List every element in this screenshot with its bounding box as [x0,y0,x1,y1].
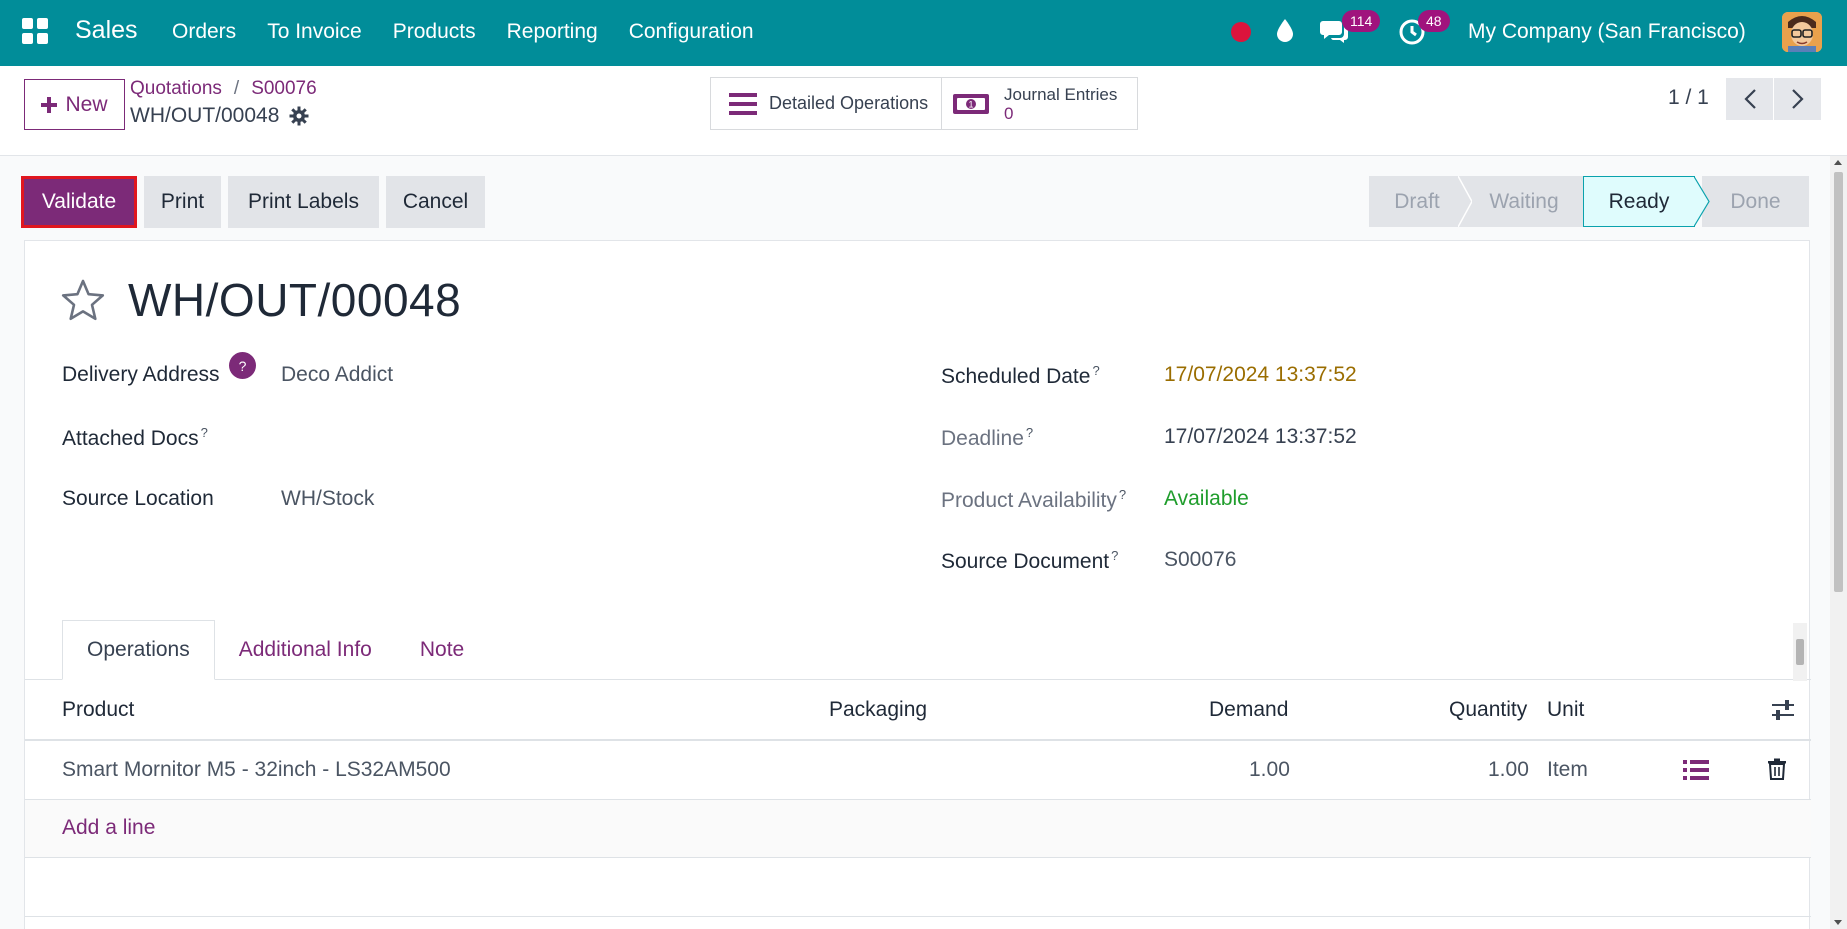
detailed-operations-label: Detailed Operations [769,93,929,113]
star-icon[interactable] [61,279,105,326]
column-packaging[interactable]: Packaging [829,698,927,722]
top-navbar: Sales Orders To Invoice Products Reporti… [0,0,1847,66]
add-line-row: Add a line [25,800,1811,858]
tab-operations[interactable]: Operations [62,620,215,680]
status-separator [1458,176,1472,227]
status-separator [1694,176,1710,227]
breadcrumb-order[interactable]: S00076 [251,78,317,99]
row-product[interactable]: Smart Mornitor M5 - 32inch - LS32AM500 [62,758,451,782]
status-draft[interactable]: Draft [1369,176,1465,227]
column-demand[interactable]: Demand [1209,698,1288,722]
chevron-right-icon [1791,89,1804,109]
tab-note[interactable]: Note [396,620,488,680]
column-quantity[interactable]: Quantity [1449,698,1527,722]
current-record: WH/OUT/00048 [130,104,309,128]
pager-value[interactable]: 1 / 1 [1668,86,1709,110]
print-button[interactable]: Print [144,176,221,228]
product-availability-label: Product Availability? [941,487,1127,512]
main-menu: Orders To Invoice Products Reporting Con… [172,20,754,44]
source-location-label: Source Location [62,487,214,510]
user-avatar[interactable] [1782,12,1822,52]
record-dot-icon[interactable] [1231,22,1251,42]
deadline-label: Deadline? [941,425,1034,450]
add-line-link[interactable]: Add a line [62,816,155,840]
chat-count-badge: 114 [1342,10,1381,32]
scheduled-date-value[interactable]: 17/07/2024 13:37:52 [1164,363,1357,387]
status-waiting[interactable]: Waiting [1465,176,1583,227]
journal-entries-count: 0 [1004,103,1014,123]
breadcrumb: Quotations / S00076 [130,78,317,99]
activity-count-badge: 48 [1418,10,1450,32]
breadcrumb-quotations[interactable]: Quotations [130,78,222,99]
optional-columns-icon[interactable] [1771,698,1795,727]
detailed-operations-button[interactable]: Detailed Operations [710,77,942,130]
app-name[interactable]: Sales [75,16,138,45]
column-unit[interactable]: Unit [1547,698,1584,722]
money-icon: 1 [953,93,989,114]
menu-to-invoice[interactable]: To Invoice [267,20,362,44]
trash-icon[interactable] [1767,758,1787,785]
source-location-value[interactable]: WH/Stock [281,487,374,511]
tabs-scrollbar[interactable] [1793,623,1807,681]
tab-additional-info[interactable]: Additional Info [215,620,396,680]
row-demand[interactable]: 1.00 [1249,758,1290,782]
journal-entries-button[interactable]: 1 Journal Entries 0 [942,77,1138,130]
cancel-button[interactable]: Cancel [386,176,485,228]
status-ready[interactable]: Ready [1583,176,1695,227]
control-panel: New Quotations / S00076 WH/OUT/00048 Detai… [0,66,1847,156]
menu-products[interactable]: Products [393,20,476,44]
gear-icon[interactable] [289,106,309,126]
new-button-label: New [65,92,108,116]
row-unit[interactable]: Item [1547,758,1588,782]
column-product[interactable]: Product [62,698,134,722]
operations-table-header: Product Packaging Demand Quantity Unit [25,680,1811,741]
pager-next-button[interactable] [1774,78,1821,120]
source-document-label: Source Document? [941,548,1119,573]
delivery-address-label: Delivery Address [62,363,220,386]
svg-text:1: 1 [968,99,973,109]
validate-button[interactable]: Validate [21,176,137,228]
record-name: WH/OUT/00048 [130,104,280,127]
help-icon[interactable]: ? [229,352,256,379]
menu-reporting[interactable]: Reporting [507,20,598,44]
empty-row [25,858,1811,917]
delivery-address-value[interactable]: Deco Addict [281,363,393,387]
pager-previous-button[interactable] [1726,78,1773,120]
product-availability-value: Available [1164,487,1249,510]
page-scrollbar[interactable] [1830,156,1847,929]
bars-icon [729,92,757,115]
record-title: WH/OUT/00048 [128,274,462,326]
water-drop-icon[interactable] [1276,18,1294,47]
form-sheet: WH/OUT/00048 Delivery Address ? Deco Add… [24,240,1811,929]
detailed-list-icon[interactable] [1683,759,1709,786]
scheduled-date-label: Scheduled Date? [941,363,1100,388]
chevron-left-icon [1743,89,1756,109]
menu-orders[interactable]: Orders [172,20,236,44]
plus-icon [41,96,58,113]
deadline-value: 17/07/2024 13:37:52 [1164,425,1357,448]
status-done[interactable]: Done [1702,176,1809,227]
attached-docs-label: Attached Docs? [62,425,208,450]
journal-entries-label: Journal Entries [1004,84,1118,104]
table-row[interactable]: Smart Mornitor M5 - 32inch - LS32AM500 1… [25,741,1811,800]
new-button[interactable]: New [24,79,125,130]
status-bar: Draft Waiting Ready Done [1369,176,1809,227]
notebook-tabs: Operations Additional Info Note [62,620,488,680]
apps-menu-icon[interactable] [22,18,48,44]
row-quantity[interactable]: 1.00 [1488,758,1529,782]
company-switcher[interactable]: My Company (San Francisco) [1468,20,1746,44]
menu-configuration[interactable]: Configuration [629,20,754,44]
source-document-value[interactable]: S00076 [1164,548,1236,572]
print-labels-button[interactable]: Print Labels [228,176,379,228]
